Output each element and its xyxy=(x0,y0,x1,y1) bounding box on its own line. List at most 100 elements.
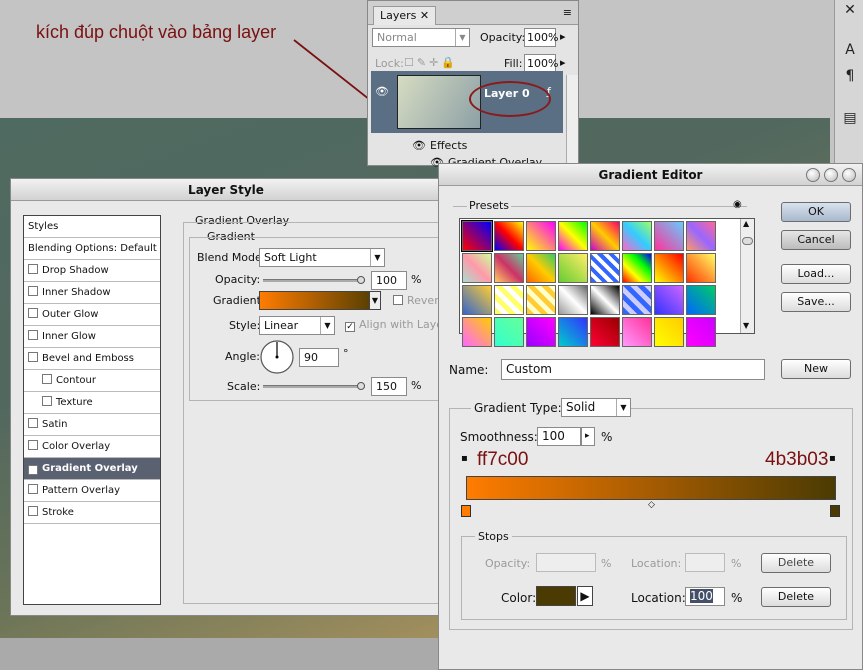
color-arrow-icon[interactable]: ▶ xyxy=(577,586,593,606)
load-button[interactable]: Load... xyxy=(781,264,851,284)
preset-swatch[interactable] xyxy=(462,285,492,315)
preset-swatch[interactable] xyxy=(462,253,492,283)
smoothness-input[interactable]: 100 xyxy=(537,427,581,446)
delete-opacity-stop-button[interactable]: Delete xyxy=(761,553,831,573)
preset-swatch[interactable] xyxy=(461,220,493,252)
scroll-down-icon[interactable]: ▼ xyxy=(743,321,749,330)
checkmark-icon[interactable]: ✓ xyxy=(28,465,38,475)
preset-swatch[interactable] xyxy=(494,253,524,283)
opacity-arrow-icon[interactable]: ▸ xyxy=(560,30,566,43)
tools-icon[interactable]: ✕ xyxy=(840,0,860,20)
preset-swatch[interactable] xyxy=(686,253,716,283)
styles-item[interactable]: Inner Shadow xyxy=(24,282,160,304)
stop-color-swatch[interactable] xyxy=(536,586,576,606)
preset-swatch[interactable] xyxy=(494,285,524,315)
preset-swatch[interactable] xyxy=(526,317,556,347)
styles-item[interactable]: Styles xyxy=(24,216,160,238)
preset-swatch[interactable] xyxy=(526,221,556,251)
preset-swatch[interactable] xyxy=(558,253,588,283)
tab-layers[interactable]: Layers ✕ xyxy=(373,6,437,25)
presets-scrollbar[interactable]: ▲ ▼ xyxy=(740,219,754,333)
styles-item[interactable]: Satin xyxy=(24,414,160,436)
notes-icon[interactable]: ▤ xyxy=(840,108,860,128)
scroll-thumb[interactable] xyxy=(742,237,753,245)
preset-swatch[interactable] xyxy=(526,285,556,315)
checkbox-icon[interactable] xyxy=(28,330,38,340)
preset-swatch[interactable] xyxy=(590,221,620,251)
checkbox-icon[interactable] xyxy=(28,440,38,450)
fill-arrow-icon[interactable]: ▸ xyxy=(560,56,566,69)
panel-menu-icon[interactable]: ≡ xyxy=(563,6,572,19)
character-icon[interactable]: A xyxy=(840,40,860,60)
close-icon[interactable]: ✕ xyxy=(420,9,429,22)
align-checkbox[interactable]: ✓ Align with Layer xyxy=(345,318,448,332)
opacity-input[interactable]: 100 xyxy=(371,271,407,290)
preset-swatch[interactable] xyxy=(654,221,684,251)
preset-swatch[interactable] xyxy=(686,317,716,347)
preset-swatch[interactable] xyxy=(558,221,588,251)
preset-swatch[interactable] xyxy=(622,221,652,251)
presets-menu-icon[interactable]: ◉ xyxy=(733,199,742,210)
preset-swatch[interactable] xyxy=(494,317,524,347)
window-zoom-icon[interactable] xyxy=(842,168,856,182)
preset-swatch[interactable] xyxy=(590,285,620,315)
preset-swatch[interactable] xyxy=(686,221,716,251)
styles-item[interactable]: Outer Glow xyxy=(24,304,160,326)
layer-row-layer-0[interactable]: 👁 Layer 0 ƒ xyxy=(371,71,563,133)
stop-location-input[interactable]: 100 xyxy=(685,587,725,606)
effects-eye-icon[interactable]: 👁 xyxy=(412,139,426,152)
preset-swatch[interactable] xyxy=(654,285,684,315)
blend-mode-select[interactable]: Soft Light ▼ xyxy=(259,248,385,267)
color-stop-right[interactable] xyxy=(830,505,840,517)
styles-item[interactable]: Bevel and Emboss xyxy=(24,348,160,370)
opacity-stop-right[interactable]: ▪ xyxy=(829,453,836,464)
lock-icons[interactable]: ☐✎✛🔒 xyxy=(404,56,458,69)
styles-item[interactable]: ✓ Gradient Overlay xyxy=(24,458,160,480)
smoothness-arrow-icon[interactable]: ▸ xyxy=(581,427,595,446)
checkbox-icon[interactable] xyxy=(42,396,52,406)
preset-swatch[interactable] xyxy=(622,317,652,347)
scale-slider[interactable] xyxy=(263,385,365,388)
opacity-slider[interactable] xyxy=(263,279,365,282)
preset-swatch[interactable] xyxy=(654,253,684,283)
color-stop-left[interactable] xyxy=(461,505,471,517)
name-input[interactable]: Custom xyxy=(501,359,765,380)
stop-opacity-location-input[interactable] xyxy=(685,553,725,572)
styles-item[interactable]: Inner Glow xyxy=(24,326,160,348)
gradient-picker-chevron-icon[interactable]: ▼ xyxy=(369,291,381,310)
style-select[interactable]: Linear ▼ xyxy=(259,316,335,335)
checkbox-icon[interactable] xyxy=(28,352,38,362)
checkbox-icon[interactable] xyxy=(28,484,38,494)
preset-swatch[interactable] xyxy=(622,253,652,283)
cancel-button[interactable]: Cancel xyxy=(781,230,851,250)
checkbox-icon[interactable] xyxy=(28,264,38,274)
styles-item[interactable]: Contour xyxy=(24,370,160,392)
new-button[interactable]: New xyxy=(781,359,851,379)
preset-swatch[interactable] xyxy=(558,317,588,347)
scroll-up-icon[interactable]: ▲ xyxy=(743,219,749,228)
checkbox-icon[interactable] xyxy=(28,286,38,296)
angle-input[interactable]: 90 xyxy=(299,348,339,367)
styles-item[interactable]: Texture xyxy=(24,392,160,414)
midpoint-diamond-icon[interactable]: ◇ xyxy=(648,500,655,510)
stop-opacity-input[interactable] xyxy=(536,553,596,572)
styles-item[interactable]: Pattern Overlay xyxy=(24,480,160,502)
delete-color-stop-button[interactable]: Delete xyxy=(761,587,831,607)
preset-swatch[interactable] xyxy=(622,285,652,315)
scale-input[interactable]: 150 xyxy=(371,377,407,396)
window-close-icon[interactable] xyxy=(806,168,820,182)
preset-swatch[interactable] xyxy=(654,317,684,347)
save-button[interactable]: Save... xyxy=(781,292,851,312)
blend-mode-select[interactable]: Normal ▼ xyxy=(372,28,470,47)
styles-item[interactable]: Drop Shadow xyxy=(24,260,160,282)
opacity-input[interactable]: 100% xyxy=(524,28,558,47)
preset-swatch[interactable] xyxy=(686,285,716,315)
preset-swatch[interactable] xyxy=(558,285,588,315)
gradient-type-select[interactable]: Solid ▼ xyxy=(561,398,631,417)
preset-swatch[interactable] xyxy=(494,221,524,251)
preset-swatch[interactable] xyxy=(462,317,492,347)
paragraph-icon[interactable]: ¶ xyxy=(840,66,860,86)
ok-button[interactable]: OK xyxy=(781,202,851,222)
preset-swatch[interactable] xyxy=(590,317,620,347)
styles-item[interactable]: Color Overlay xyxy=(24,436,160,458)
